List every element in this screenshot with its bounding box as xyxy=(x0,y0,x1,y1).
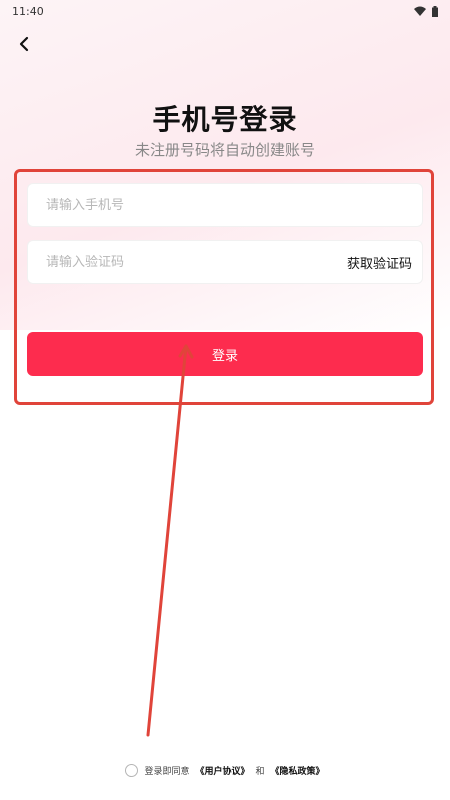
back-button[interactable] xyxy=(12,32,36,56)
status-time: 11:40 xyxy=(12,4,44,18)
get-code-button[interactable]: 获取验证码 xyxy=(347,253,412,272)
page-title: 手机号登录 xyxy=(152,103,298,136)
verification-code-input[interactable] xyxy=(46,254,347,270)
battery-icon xyxy=(432,5,438,17)
phone-input-container xyxy=(27,183,423,227)
user-agreement-link[interactable]: 《用户协议》 xyxy=(195,764,249,777)
privacy-policy-link[interactable]: 《隐私政策》 xyxy=(271,764,325,777)
agreement-prefix: 登录即同意 xyxy=(144,767,190,777)
phone-input[interactable] xyxy=(46,197,404,213)
agreement-row: 登录即同意 《用户协议》 和 《隐私政策》 xyxy=(0,764,450,777)
wifi-icon xyxy=(414,6,426,16)
agreement-radio[interactable] xyxy=(125,764,139,777)
code-input-container: 获取验证码 xyxy=(27,240,423,284)
login-button[interactable]: 登录 xyxy=(27,332,423,376)
status-icons xyxy=(414,5,438,17)
chevron-left-icon xyxy=(19,36,29,52)
page-subtitle: 未注册号码将自动创建账号 xyxy=(134,141,315,159)
status-bar: 11:40 xyxy=(0,0,450,22)
agreement-and: 和 xyxy=(255,767,265,777)
